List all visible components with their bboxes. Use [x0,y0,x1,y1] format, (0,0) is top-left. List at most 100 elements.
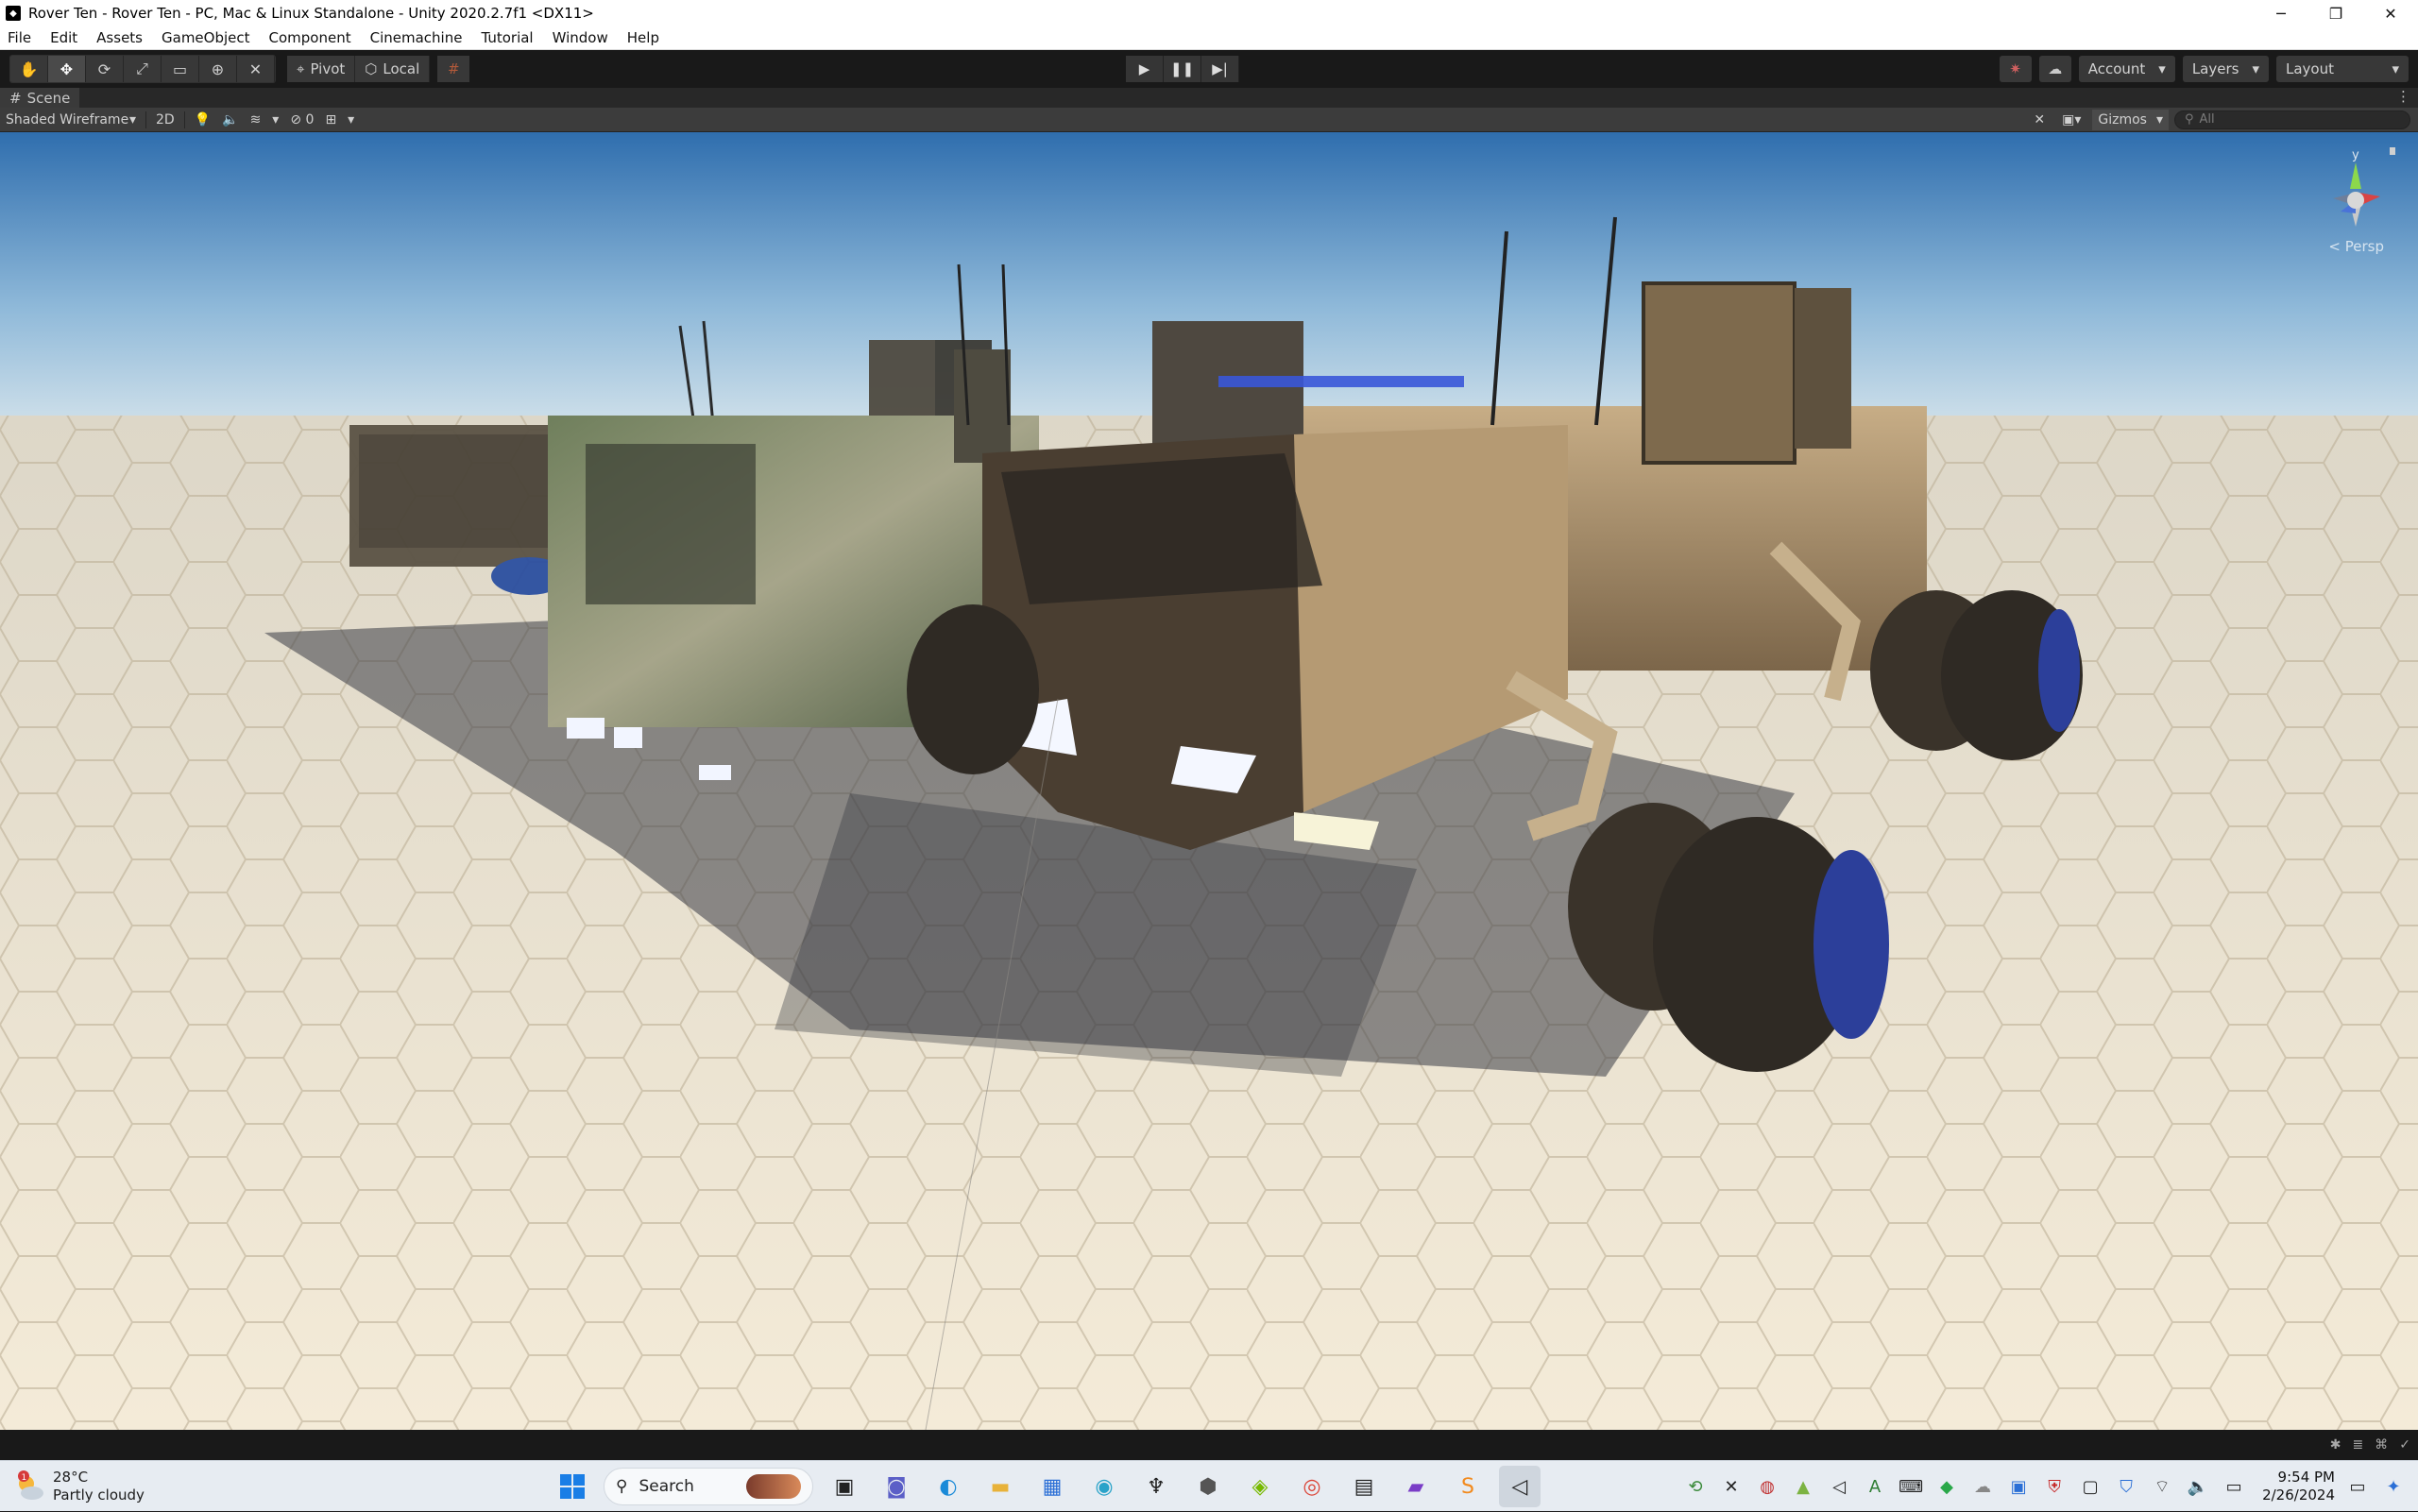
menu-window[interactable]: Window [543,29,618,46]
transform-tools: ✋ ✥ ⟳ ⤢ ▭ ⊕ ✕ [9,55,276,83]
tray-box-icon[interactable]: ▢ [2077,1473,2103,1500]
copilot-icon[interactable]: ✦ [2380,1473,2407,1500]
cloud-icon[interactable]: ☁ [2038,56,2071,82]
collab-icon[interactable]: ✷ [1999,56,2032,82]
network-icon[interactable]: ⌘ [2375,1437,2388,1453]
menu-assets[interactable]: Assets [87,29,152,46]
tray-a-icon[interactable]: A [1862,1473,1888,1500]
edge-icon[interactable]: ◐ [928,1466,969,1507]
local-toggle[interactable]: ⬡ Local [355,56,431,82]
weather-text: 28°C Partly cloudy [53,1469,145,1504]
menu-file[interactable]: File [0,29,41,46]
window-title: Rover Ten - Rover Ten - PC, Mac & Linux … [28,5,594,22]
grid-snap-icon[interactable]: # [437,56,470,82]
defender-icon[interactable]: ⛉ [2113,1473,2139,1500]
grid-visibility-icon[interactable]: ⊞ [319,110,342,130]
step-icon[interactable]: ▶| [1201,56,1239,82]
pivot-icon: ⌖ [297,60,305,77]
effects-icon[interactable]: ≋ [245,110,267,130]
xbox-icon[interactable]: ✕ [1718,1473,1745,1500]
antivirus-icon[interactable]: ⛨ [2041,1473,2068,1500]
notes-app-icon[interactable]: ▤ [1343,1466,1385,1507]
rotate-tool-icon[interactable]: ⟳ [86,56,124,82]
stack-icon[interactable]: ≣ [2353,1437,2364,1453]
check-icon[interactable]: ✓ [2399,1437,2410,1453]
wifi-icon[interactable]: ⌔ [2149,1473,2175,1500]
scene-viewport[interactable]: y < Persp [0,132,2418,1430]
draw-mode-label: Shaded Wireframe [6,111,129,127]
store-icon[interactable]: ▦ [1031,1466,1073,1507]
onedrive-icon[interactable]: ☁ [1969,1473,1996,1500]
layers-dropdown[interactable]: Layers ▾ [2182,56,2269,82]
chevron-down-icon: ▾ [2155,111,2163,127]
sublime-icon[interactable]: S [1447,1466,1489,1507]
account-label: Account [2087,60,2146,77]
more-options-icon[interactable]: ⋮ [2396,88,2410,105]
draw-mode-dropdown[interactable]: Shaded Wireframe ▾ [0,110,142,130]
volume-icon[interactable]: 🔈 [2185,1473,2211,1500]
layout-dropdown[interactable]: Layout ▾ [2276,56,2409,82]
file-explorer-icon[interactable]: ▬ [979,1466,1021,1507]
chevron-down-icon: ▾ [2252,60,2259,77]
menu-component[interactable]: Component [260,29,361,46]
scene-toolbar: Shaded Wireframe ▾ 2D 💡 🔈 ≋ ▾ ⊘ 0 ⊞ ▾ ✕ ▣… [0,108,2418,132]
tray-leaf-icon[interactable]: ▲ [1790,1473,1816,1500]
menu-gameobject[interactable]: GameObject [152,29,260,46]
scale-tool-icon[interactable]: ⤢ [124,56,162,82]
notification-icon[interactable]: ▭ [2344,1473,2371,1500]
tools-icon[interactable]: ✕ [2028,110,2051,130]
visibility-toggle[interactable]: ⊘ 0 [284,110,319,130]
custom-tool-icon[interactable]: ✕ [237,56,275,82]
tray-green-icon[interactable]: ◆ [1933,1473,1960,1500]
menu-help[interactable]: Help [618,29,669,46]
pause-icon[interactable]: ❚❚ [1164,56,1201,82]
taskbar-clock[interactable]: 9:54 PM 2/26/2024 [2262,1469,2335,1504]
camera-icon[interactable]: ▣▾ [2056,110,2086,130]
audio-icon[interactable]: 🔈 [216,110,244,130]
windows-start-icon[interactable] [552,1466,593,1507]
lighting-icon[interactable]: 💡 [189,110,216,130]
outlook-icon[interactable]: ▣ [2005,1473,2032,1500]
editor-status-bar: ✱ ≣ ⌘ ✓ [0,1430,2418,1460]
main-toolbar: ✋ ✥ ⟳ ⤢ ▭ ⊕ ✕ ⌖ Pivot ⬡ Local # ▶ ❚❚ ▶| ✷ … [0,50,2418,88]
toggle-2d-button[interactable]: 2D [150,110,180,130]
unity-taskbar-icon[interactable]: ◁ [1499,1466,1541,1507]
gizmos-dropdown[interactable]: Gizmos ▾ [2092,109,2169,130]
windows-taskbar: 1 28°C Partly cloudy ⚲ Search ▣ ◙ ◐ ▬ ▦ ◉… [0,1460,2418,1511]
bug-icon[interactable]: ✱ [2330,1437,2341,1453]
browser-globe-icon[interactable]: ◉ [1083,1466,1125,1507]
tray-keyboard-icon[interactable]: ⌨ [1898,1473,1924,1500]
weather-widget[interactable]: 1 28°C Partly cloudy [13,1469,145,1504]
taskbar-search[interactable]: ⚲ Search [604,1468,813,1505]
teams-icon[interactable]: ◙ [876,1466,917,1507]
close-button[interactable]: ✕ [2363,0,2418,26]
nvidia-icon[interactable]: ◈ [1239,1466,1281,1507]
projection-label[interactable]: < Persp [2328,238,2384,255]
move-tool-icon[interactable]: ✥ [48,56,86,82]
tray-app-icon[interactable]: ⟲ [1682,1473,1709,1500]
menu-cinemachine[interactable]: Cinemachine [361,29,472,46]
tray-unity-icon[interactable]: ◁ [1826,1473,1852,1500]
tray-game-icon[interactable]: ◍ [1754,1473,1780,1500]
battery-icon[interactable]: ▭ [2221,1473,2247,1500]
temperature: 28°C [53,1469,89,1486]
shield-app-icon[interactable]: ⬢ [1187,1466,1229,1507]
hand-tool-icon[interactable]: ✋ [10,56,48,82]
chevron-down-icon[interactable]: ▾ [342,110,360,130]
alienware-icon[interactable]: ♆ [1135,1466,1177,1507]
transform-tool-icon[interactable]: ⊕ [199,56,237,82]
minimize-button[interactable]: ─ [2254,0,2308,26]
task-view-icon[interactable]: ▣ [824,1466,865,1507]
chevron-down-icon[interactable]: ▾ [266,110,284,130]
maximize-button[interactable]: ❐ [2308,0,2363,26]
rect-tool-icon[interactable]: ▭ [162,56,199,82]
play-icon[interactable]: ▶ [1126,56,1164,82]
menu-tutorial[interactable]: Tutorial [471,29,542,46]
account-dropdown[interactable]: Account ▾ [2078,56,2175,82]
pivot-toggle[interactable]: ⌖ Pivot [287,56,356,82]
menu-edit[interactable]: Edit [41,29,87,46]
tab-scene[interactable]: # Scene [0,88,80,108]
clipchamp-icon[interactable]: ▰ [1395,1466,1437,1507]
scene-search-input[interactable]: ⚲ All [2174,110,2410,129]
chrome-icon[interactable]: ◎ [1291,1466,1333,1507]
